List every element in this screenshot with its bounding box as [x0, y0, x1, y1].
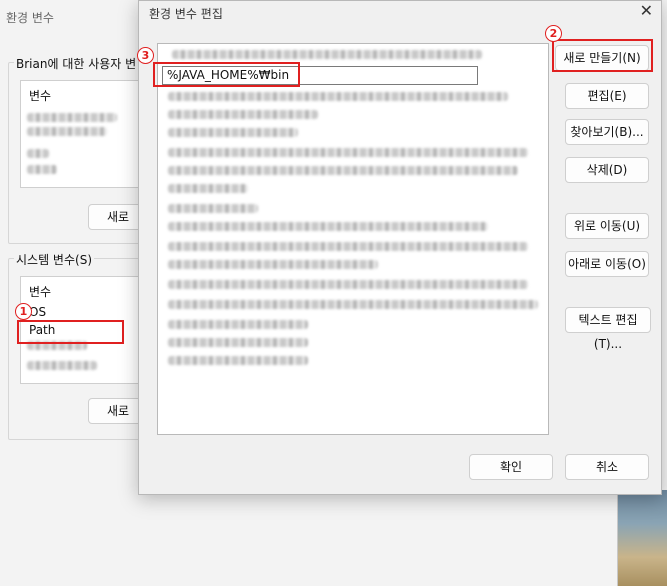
- blurred-row: [27, 361, 97, 370]
- blurred-entry: [168, 110, 318, 119]
- browse-button[interactable]: 찾아보기(B)...: [565, 119, 649, 145]
- ok-button[interactable]: 확인: [469, 454, 553, 480]
- blurred-entry: [168, 338, 308, 347]
- edit-text-button[interactable]: 텍스트 편집(T)...: [565, 307, 651, 351]
- step-3-badge: 3: [137, 47, 154, 64]
- blurred-entry: [168, 204, 258, 213]
- blurred-entry: [168, 128, 298, 137]
- user-variables-label: Brian에 대한 사용자 변: [14, 55, 139, 72]
- highlight-path-row: [17, 320, 124, 344]
- delete-button[interactable]: 삭제(D): [565, 157, 649, 183]
- blurred-row: [27, 149, 49, 158]
- edit-environment-variable-dialog: 환경 변수 편집 ✕ %JAVA_HOME%₩bin 새로 만들기(N) 편집(…: [137, 0, 662, 495]
- dialog-title: 환경 변수 편집: [149, 7, 223, 21]
- blurred-entry: [168, 300, 538, 309]
- blurred-entry: [168, 184, 248, 193]
- edit-entry-button[interactable]: 편집(E): [565, 83, 649, 109]
- blurred-entry: [168, 280, 528, 289]
- blurred-entry: [168, 242, 528, 251]
- blurred-row: [27, 165, 57, 174]
- close-icon[interactable]: ✕: [640, 1, 653, 20]
- blurred-entry: [168, 260, 378, 269]
- path-entries-list[interactable]: %JAVA_HOME%₩bin: [157, 43, 549, 435]
- highlight-new-button: [552, 39, 653, 72]
- user-variables-list[interactable]: 변수: [20, 80, 140, 188]
- blurred-entry: [168, 92, 508, 101]
- step-2-badge: 2: [545, 25, 562, 42]
- cancel-button[interactable]: 취소: [565, 454, 649, 480]
- move-up-button[interactable]: 위로 이동(U): [565, 213, 649, 239]
- blurred-entry: [168, 356, 308, 365]
- system-variables-column-header: 변수: [29, 285, 52, 299]
- blurred-entry: [168, 148, 528, 157]
- user-variables-column-header: 변수: [29, 89, 52, 103]
- window-title: 환경 변수: [6, 11, 54, 25]
- blurred-entry: [172, 50, 482, 59]
- highlight-java-home-entry: [153, 62, 300, 87]
- system-variables-label: 시스템 변수(S): [14, 251, 94, 268]
- step-1-badge: 1: [15, 303, 32, 320]
- blurred-row: [27, 127, 107, 136]
- blurred-row: [27, 113, 117, 122]
- blurred-entry: [168, 166, 518, 175]
- blurred-entry: [168, 222, 488, 231]
- move-down-button[interactable]: 아래로 이동(O): [565, 251, 649, 277]
- desktop-background: [617, 490, 667, 586]
- blurred-entry: [168, 320, 308, 329]
